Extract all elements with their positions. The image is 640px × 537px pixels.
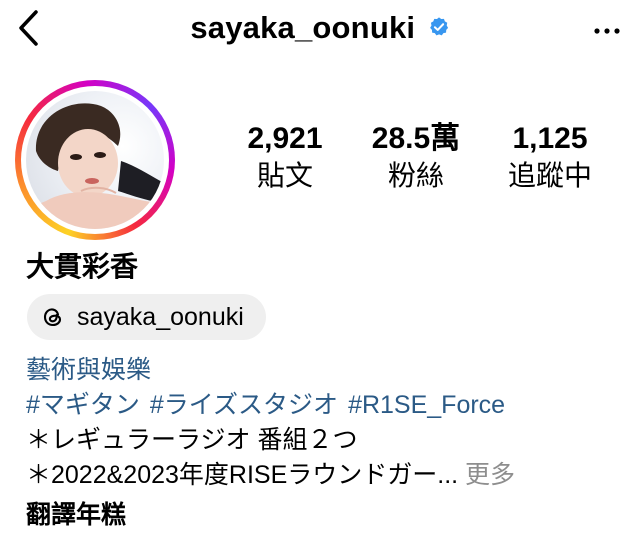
more-options-icon[interactable] xyxy=(592,16,622,46)
bio-hashtags: #マギタン #ライズスタジオ #R1SE_Force xyxy=(26,388,515,423)
posts-stat[interactable]: 2,921 貼文 xyxy=(230,122,340,196)
username-title: sayaka_oonuki xyxy=(190,10,416,45)
followers-count: 28.5萬 xyxy=(371,122,461,155)
threads-icon xyxy=(43,308,62,327)
profile-avatar-story-ring[interactable] xyxy=(15,80,175,240)
hashtag-link[interactable]: #ライズスタジオ xyxy=(150,391,338,419)
username-title-wrap: sayaka_oonuki xyxy=(0,10,640,46)
followers-label: 粉絲 xyxy=(387,160,444,191)
posts-count: 2,921 xyxy=(247,122,323,155)
bio-line-truncated: ＊2022&2023年度RISEラウンドガー... 更多 xyxy=(26,458,515,493)
hashtag-link[interactable]: #マギタン xyxy=(26,391,140,419)
bio-more-link[interactable]: 更多 xyxy=(465,461,515,489)
bio-line: ＊2022&2023年度RISEラウンドガー... xyxy=(26,461,459,489)
translate-bio-link[interactable]: 翻譯年糕 xyxy=(26,495,126,531)
followers-stat[interactable]: 28.5萬 粉絲 xyxy=(356,122,476,196)
threads-profile-link[interactable]: sayaka_oonuki xyxy=(27,294,266,340)
profile-category: 藝術與娛樂 xyxy=(26,356,152,384)
display-name: 大貫彩香 xyxy=(26,251,139,282)
following-count: 1,125 xyxy=(512,122,588,155)
profile-header: sayaka_oonuki xyxy=(0,0,640,60)
verified-badge-icon xyxy=(429,16,448,35)
following-stat[interactable]: 1,125 追蹤中 xyxy=(495,122,605,196)
avatar-border xyxy=(21,86,169,234)
avatar xyxy=(26,91,164,229)
following-label: 追蹤中 xyxy=(507,160,592,191)
avatar-photo-illustration xyxy=(26,103,164,229)
posts-label: 貼文 xyxy=(256,160,313,191)
hashtag-link[interactable]: #R1SE_Force xyxy=(348,391,505,419)
bio-line: ＊レギュラーラジオ 番組２つ xyxy=(26,426,358,454)
threads-handle: sayaka_oonuki xyxy=(77,302,244,331)
